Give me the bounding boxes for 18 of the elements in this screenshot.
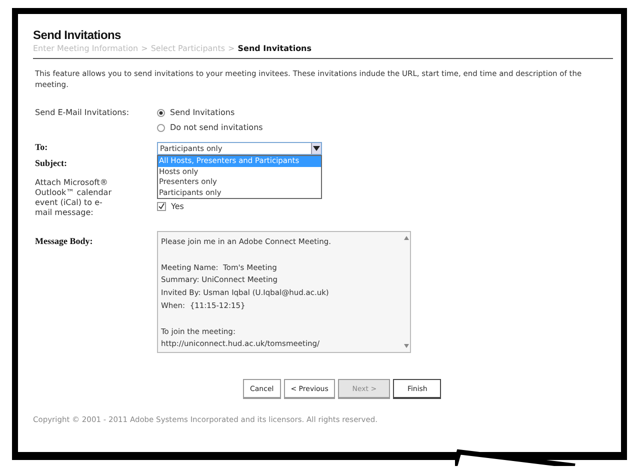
breadcrumb-separator: > [141,44,148,53]
field-label: Send E-Mail Invitations: [35,108,130,119]
field-label: To: [35,142,49,154]
radio-label: Do not send invitations [170,123,263,132]
field-label: Subject: [35,158,68,170]
field-label: Attach Microsoft® Outlook™ calendar event (iCal) to e-mail message: [35,178,112,219]
scroll-down-icon[interactable] [404,344,408,348]
breadcrumb-item: Send Invitations [238,44,312,53]
field-label: Message Body: [35,236,94,248]
dropdown-arrow-icon[interactable] [311,143,321,154]
checkbox[interactable] [157,202,166,211]
page-title: Send Invitations [33,28,122,42]
checkbox-label: Yes [171,202,184,211]
radio-button[interactable] [157,108,165,116]
radio-button[interactable] [157,124,165,132]
radio-label: Send Invitations [170,108,235,117]
breadcrumb-separator: > [228,44,235,53]
scroll-up-icon[interactable] [404,236,408,240]
